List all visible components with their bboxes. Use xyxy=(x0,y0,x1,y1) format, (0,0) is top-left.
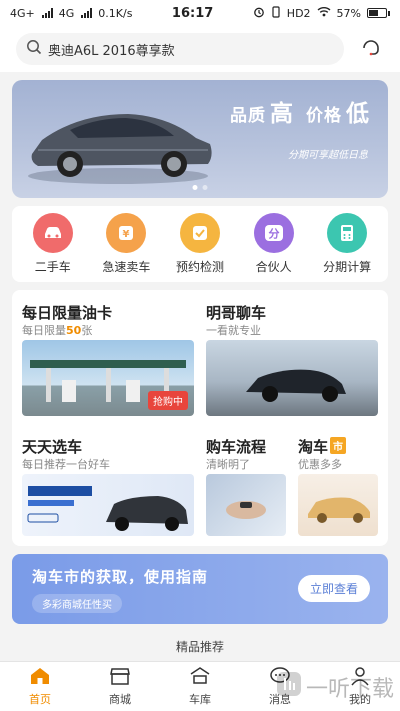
process-subtitle: 清晰明了 xyxy=(206,458,250,471)
tab-label: 车库 xyxy=(189,693,211,706)
banner-title-part1: 品质 xyxy=(230,106,266,126)
wifi-icon xyxy=(317,6,331,20)
banner-title-big2: 低 xyxy=(346,101,370,127)
banner-dot[interactable] xyxy=(202,185,208,190)
fen-icon: 分 xyxy=(253,213,294,253)
home-icon xyxy=(29,666,51,689)
tab-shop[interactable]: 商城 xyxy=(80,662,160,711)
guide-title: 淘车市的获取，使用指南 xyxy=(32,568,209,586)
battery-percent: 57% xyxy=(336,6,361,20)
banner-title-big1: 高 xyxy=(270,101,294,127)
menu-item-used-car[interactable]: 二手车 xyxy=(21,213,85,275)
status-bar: 4G+ 4G 0.1K/s 16:17 HD2 57% xyxy=(0,0,400,26)
taoche-tag: 市 xyxy=(330,437,347,454)
shop-icon xyxy=(109,666,131,689)
chat-title: 明哥聊车 xyxy=(206,304,267,322)
vibrate-icon xyxy=(271,5,281,21)
handshake-image xyxy=(206,474,286,536)
fuel-card-sub-prefix: 每日限量 xyxy=(22,324,66,337)
taoche-subtitle: 优惠多多 xyxy=(298,458,342,471)
menu-item-label: 二手车 xyxy=(34,260,71,274)
status-right: HD2 57% xyxy=(253,5,390,21)
watermark-logo-icon xyxy=(276,671,302,703)
guide-banner[interactable]: 淘车市的获取，使用指南 多彩商城任性买 立即查看 xyxy=(12,554,388,624)
menu-item-installment-calc[interactable]: 分期计算 xyxy=(315,213,379,275)
suv-ad-image xyxy=(22,474,194,536)
hd-label: HD2 xyxy=(286,6,311,20)
alarm-icon xyxy=(253,6,265,21)
tab-garage[interactable]: 车库 xyxy=(160,662,240,711)
promo-banner[interactable]: 品质高 价格低 分期可享超低日息 xyxy=(12,80,388,198)
fuel-card-sub-count: 50 xyxy=(66,324,82,337)
fuel-card-title: 每日限量油卡 xyxy=(22,304,113,322)
menu-item-label: 分期计算 xyxy=(323,260,372,274)
signal-icon-2 xyxy=(81,8,93,18)
svg-text:分: 分 xyxy=(268,227,279,241)
tab-label: 首页 xyxy=(29,693,51,706)
customer-service-button[interactable] xyxy=(354,32,388,66)
status-left: 4G+ 4G 0.1K/s xyxy=(10,7,132,20)
taoche-title: 淘车市 xyxy=(298,436,347,457)
tab-label: 商城 xyxy=(109,693,131,706)
banner-title: 品质高 价格低 xyxy=(230,94,370,128)
banner-car-image xyxy=(28,114,212,184)
calculator-icon xyxy=(327,213,368,253)
car-icon xyxy=(32,213,73,253)
network-type-1: 4G+ xyxy=(10,6,35,20)
search-bar[interactable]: 奥迪A6L 2016尊享款 xyxy=(16,33,344,65)
clock: 16:17 xyxy=(171,5,214,21)
view-now-button[interactable]: 立即查看 xyxy=(297,575,370,602)
banner-dot[interactable] xyxy=(192,185,198,190)
header: 奥迪A6L 2016尊享款 xyxy=(0,26,400,72)
feature-section: 每日限量油卡 每日限量50张 抢购中 明哥聊车 一看就专业 天天选车 每日推荐一… xyxy=(12,290,388,546)
taoche-title-text: 淘车 xyxy=(298,438,329,456)
daily-pick-title: 天天选车 xyxy=(22,438,83,456)
banner-subtitle: 分期可享超低日息 xyxy=(288,150,368,161)
daily-pick-subtitle: 每日推荐一台好车 xyxy=(22,458,110,471)
watermark-text: 一听下载 xyxy=(305,677,394,702)
fuel-card-subtitle: 每日限量50张 xyxy=(22,322,92,338)
fuel-card-sub-suffix: 张 xyxy=(81,324,93,337)
menu-item-label: 预约检测 xyxy=(175,260,224,274)
headset-icon xyxy=(360,36,382,62)
gold-car-image xyxy=(298,474,378,536)
recommend-heading: 精品推荐 xyxy=(175,640,224,654)
car-road-image xyxy=(206,340,378,416)
search-input[interactable]: 奥迪A6L 2016尊享款 xyxy=(48,40,175,59)
quick-menu: 二手车 ¥ 急速卖车 预约检测 分 合伙人 分期计算 xyxy=(12,206,388,282)
chat-subtitle: 一看就专业 xyxy=(206,324,261,337)
watermark: 一听下载 xyxy=(276,671,394,703)
battery-icon xyxy=(367,8,390,18)
network-speed: 0.1K/s xyxy=(98,6,133,20)
menu-item-partner[interactable]: 分 合伙人 xyxy=(242,213,306,275)
gas-station-image: 抢购中 xyxy=(22,340,194,416)
banner-pagination xyxy=(192,185,208,190)
signal-icon xyxy=(41,8,53,18)
process-title: 购车流程 xyxy=(206,438,267,456)
garage-icon xyxy=(189,666,211,689)
menu-item-quick-sell[interactable]: ¥ 急速卖车 xyxy=(94,213,158,275)
guide-subtitle: 多彩商城任性买 xyxy=(32,594,122,613)
banner-title-part2: 价格 xyxy=(306,106,342,126)
svg-text:¥: ¥ xyxy=(123,229,130,240)
menu-item-label: 合伙人 xyxy=(255,260,292,274)
tab-home[interactable]: 首页 xyxy=(0,662,80,711)
check-icon xyxy=(179,213,220,253)
network-type-2: 4G xyxy=(58,6,75,20)
search-icon xyxy=(26,39,42,59)
yen-icon: ¥ xyxy=(106,213,147,253)
menu-item-label: 急速卖车 xyxy=(102,260,151,274)
menu-item-inspection[interactable]: 预约检测 xyxy=(168,213,232,275)
flash-sale-badge: 抢购中 xyxy=(148,391,188,410)
